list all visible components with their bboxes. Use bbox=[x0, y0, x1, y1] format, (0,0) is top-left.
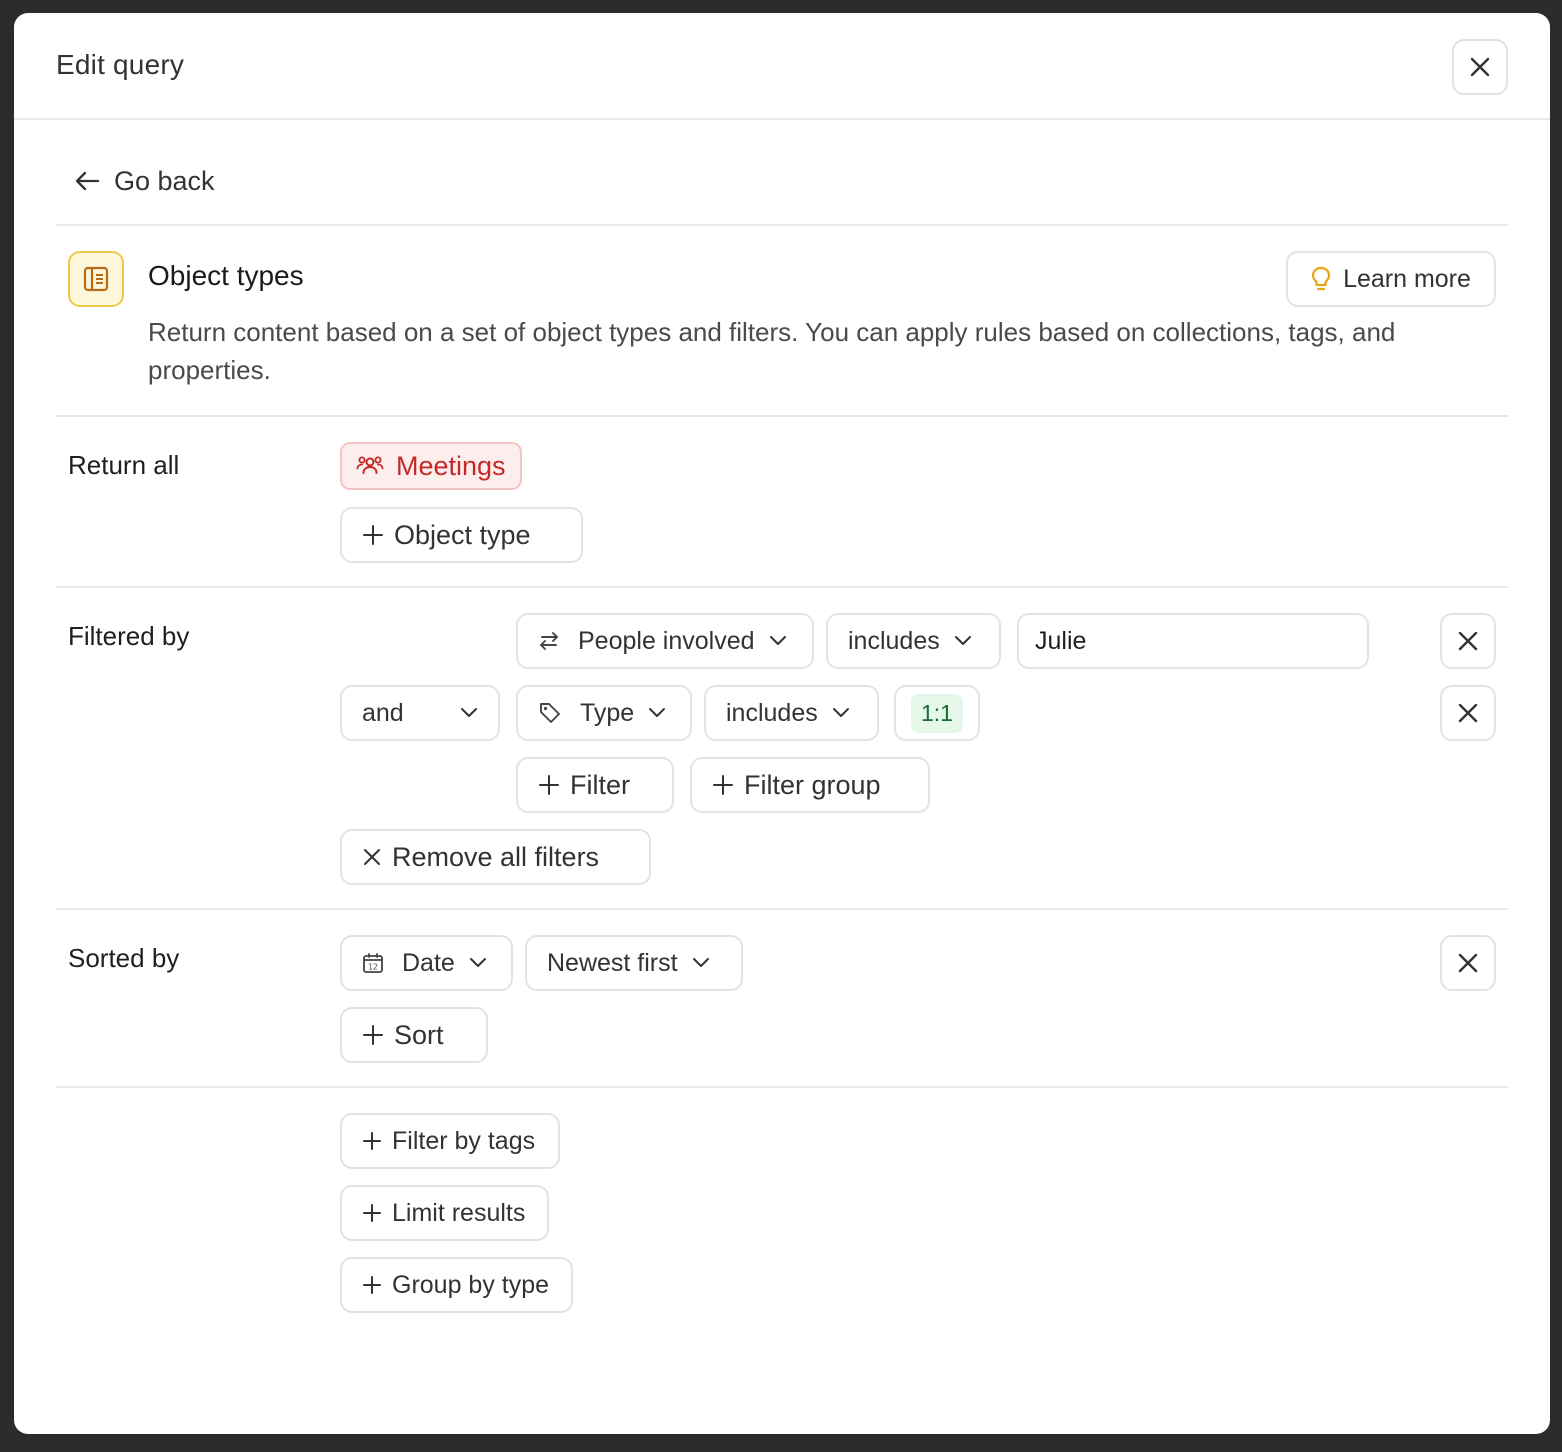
filter-operator-label: includes bbox=[848, 626, 940, 655]
add-object-type-button[interactable]: Object type bbox=[340, 507, 583, 563]
arrow-left-icon bbox=[74, 170, 100, 192]
sort-direction-select[interactable]: Newest first bbox=[525, 935, 743, 991]
divider bbox=[56, 415, 1508, 417]
remove-all-filters-label: Remove all filters bbox=[392, 841, 600, 872]
group-by-type-label: Group by type bbox=[392, 1270, 550, 1299]
filter-operator-select[interactable]: includes bbox=[826, 613, 1001, 669]
remove-filter-button[interactable] bbox=[1440, 613, 1496, 669]
plus-icon bbox=[362, 1203, 382, 1223]
plus-icon bbox=[362, 524, 384, 546]
chevron-down-icon bbox=[469, 957, 487, 969]
filter-property-label: People involved bbox=[578, 626, 755, 655]
learn-more-label: Learn more bbox=[1343, 264, 1471, 293]
filter-value-input[interactable]: Julie bbox=[1017, 613, 1369, 669]
chevron-down-icon bbox=[832, 707, 850, 719]
lightbulb-icon bbox=[1311, 266, 1331, 292]
chevron-down-icon bbox=[648, 707, 666, 719]
calendar-icon: 12 bbox=[362, 952, 384, 974]
go-back-link[interactable]: Go back bbox=[74, 161, 215, 201]
conjunction-label: and bbox=[362, 698, 404, 727]
limit-results-button[interactable]: Limit results bbox=[340, 1185, 549, 1241]
sort-property-select[interactable]: 12 Date bbox=[340, 935, 513, 991]
filter-operator-select[interactable]: includes bbox=[704, 685, 879, 741]
conjunction-select[interactable]: and bbox=[340, 685, 500, 741]
filter-by-tags-button[interactable]: Filter by tags bbox=[340, 1113, 560, 1169]
arrows-swap-icon bbox=[538, 631, 560, 651]
remove-filter-button[interactable] bbox=[1440, 685, 1496, 741]
add-filter-group-label: Filter group bbox=[744, 769, 881, 800]
chevron-down-icon bbox=[460, 707, 478, 719]
divider bbox=[56, 586, 1508, 588]
value-chip: 1:1 bbox=[911, 693, 963, 733]
chevron-down-icon bbox=[769, 635, 787, 647]
filter-property-label: Type bbox=[580, 698, 635, 727]
sort-property-label: Date bbox=[402, 948, 455, 977]
chevron-down-icon bbox=[692, 957, 710, 969]
sorted-by-label: Sorted by bbox=[68, 943, 180, 973]
filtered-by-label: Filtered by bbox=[68, 621, 190, 651]
close-icon bbox=[1457, 702, 1479, 724]
go-back-label: Go back bbox=[114, 165, 215, 196]
filter-by-tags-label: Filter by tags bbox=[392, 1126, 536, 1155]
return-all-label: Return all bbox=[68, 450, 180, 480]
plus-icon bbox=[362, 1275, 382, 1295]
add-filter-label: Filter bbox=[570, 769, 630, 800]
document-icon bbox=[68, 251, 124, 307]
add-filter-group-button[interactable]: Filter group bbox=[690, 757, 930, 813]
meetings-chip-label: Meetings bbox=[396, 450, 506, 481]
add-sort-button[interactable]: Sort bbox=[340, 1007, 488, 1063]
add-sort-label: Sort bbox=[394, 1019, 444, 1050]
remove-all-filters-button[interactable]: Remove all filters bbox=[340, 829, 651, 885]
group-by-type-button[interactable]: Group by type bbox=[340, 1257, 573, 1313]
filter-property-select[interactable]: Type bbox=[516, 685, 692, 741]
divider bbox=[56, 908, 1508, 910]
modal-header: Edit query bbox=[14, 13, 1550, 120]
plus-icon bbox=[538, 774, 560, 796]
filter-operator-label: includes bbox=[726, 698, 818, 727]
remove-sort-button[interactable] bbox=[1440, 935, 1496, 991]
object-types-description: Return content based on a set of object … bbox=[148, 317, 1396, 385]
divider bbox=[56, 1086, 1508, 1088]
divider bbox=[56, 224, 1508, 226]
people-group-icon bbox=[356, 454, 384, 478]
close-icon bbox=[1457, 952, 1479, 974]
svg-text:12: 12 bbox=[368, 963, 378, 972]
add-object-type-label: Object type bbox=[394, 519, 531, 550]
plus-icon bbox=[712, 774, 734, 796]
sort-direction-label: Newest first bbox=[547, 948, 678, 977]
close-modal-button[interactable] bbox=[1452, 39, 1508, 95]
object-types-title: Object types bbox=[148, 260, 304, 291]
modal-title: Edit query bbox=[56, 49, 185, 80]
plus-icon bbox=[362, 1131, 382, 1151]
filter-property-select[interactable]: People involved bbox=[516, 613, 814, 669]
x-icon bbox=[362, 847, 382, 867]
chevron-down-icon bbox=[954, 635, 972, 647]
close-icon bbox=[1469, 56, 1491, 78]
close-icon bbox=[1457, 630, 1479, 652]
meetings-chip[interactable]: Meetings bbox=[340, 442, 522, 490]
tag-icon bbox=[538, 701, 562, 725]
add-filter-button[interactable]: Filter bbox=[516, 757, 674, 813]
plus-icon bbox=[362, 1024, 384, 1046]
filter-value-field[interactable]: 1:1 bbox=[894, 685, 980, 741]
learn-more-button[interactable]: Learn more bbox=[1286, 251, 1496, 307]
limit-results-label: Limit results bbox=[392, 1198, 526, 1227]
edit-query-modal: Edit query Go back Object types Return c… bbox=[14, 13, 1550, 1434]
